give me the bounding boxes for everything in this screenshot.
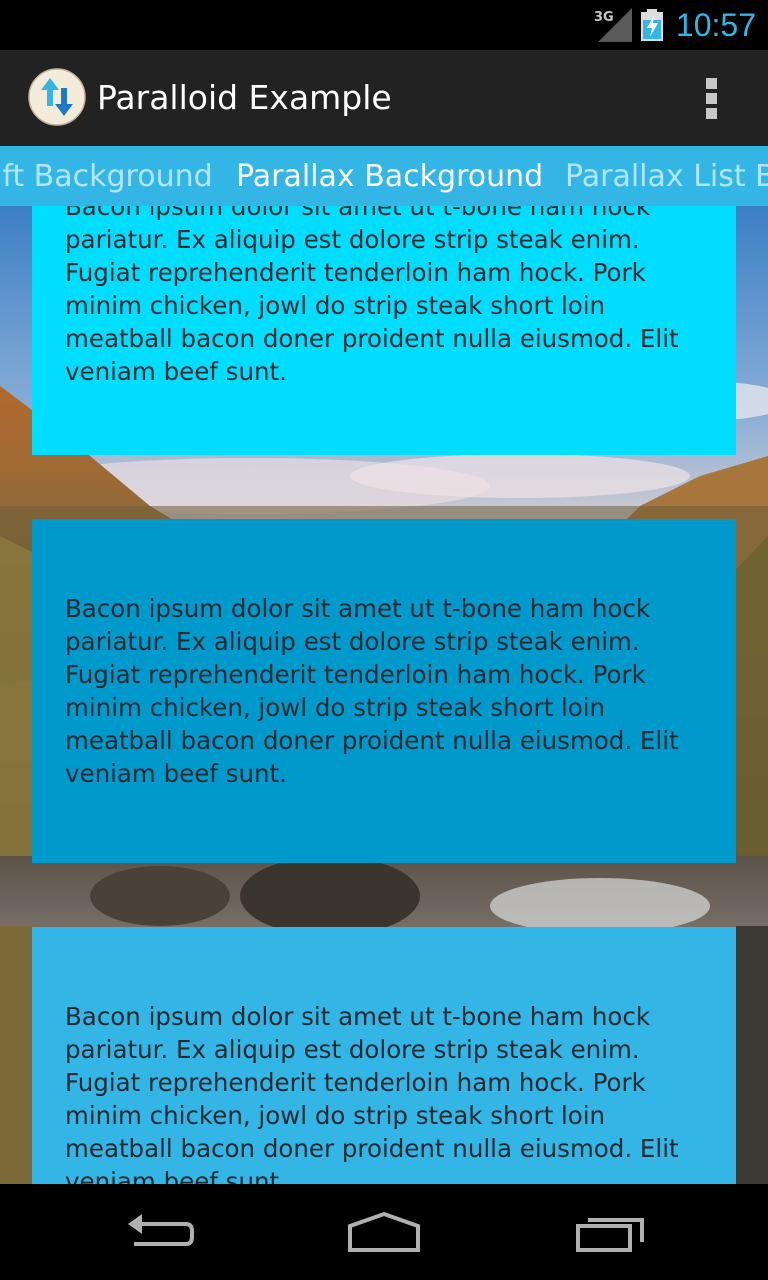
card-text: Bacon ipsum dolor sit amet ut t-bone ham… [65,594,679,788]
signal-icon: 3G [594,8,632,42]
action-bar: Paralloid Example [0,50,768,146]
overflow-menu-icon[interactable] [688,70,736,126]
content-card: Bacon ipsum dolor sit amet ut t-bone ham… [32,519,736,863]
battery-charging-icon [641,9,663,41]
tab-lift-background[interactable]: ift Background [0,158,213,196]
parallax-scroll-view[interactable]: Bacon ipsum dolor sit amet ut t-bone ham… [0,206,768,1184]
content-card: Bacon ipsum dolor sit amet ut t-bone ham… [32,206,736,455]
back-icon[interactable] [120,1204,200,1260]
navigation-bar [0,1184,768,1280]
tab-parallax-background[interactable]: Parallax Background [236,158,543,196]
app-title: Paralloid Example [97,78,392,117]
card-text: Bacon ipsum dolor sit amet ut t-bone ham… [65,1002,679,1184]
home-icon[interactable] [344,1204,424,1260]
content-card: Bacon ipsum dolor sit amet ut t-bone ham… [32,927,736,1184]
status-bar: 3G 10:57 [0,0,768,50]
card-text: Bacon ipsum dolor sit amet ut t-bone ham… [65,206,679,386]
recent-apps-icon[interactable] [572,1204,652,1260]
tab-strip: ift Background Parallax Background Paral… [0,146,768,206]
tab-parallax-list-background[interactable]: Parallax List B [565,158,768,196]
network-type-label: 3G [594,10,614,25]
paralloid-arrows-icon[interactable] [28,68,86,126]
status-clock: 10:57 [675,7,756,43]
